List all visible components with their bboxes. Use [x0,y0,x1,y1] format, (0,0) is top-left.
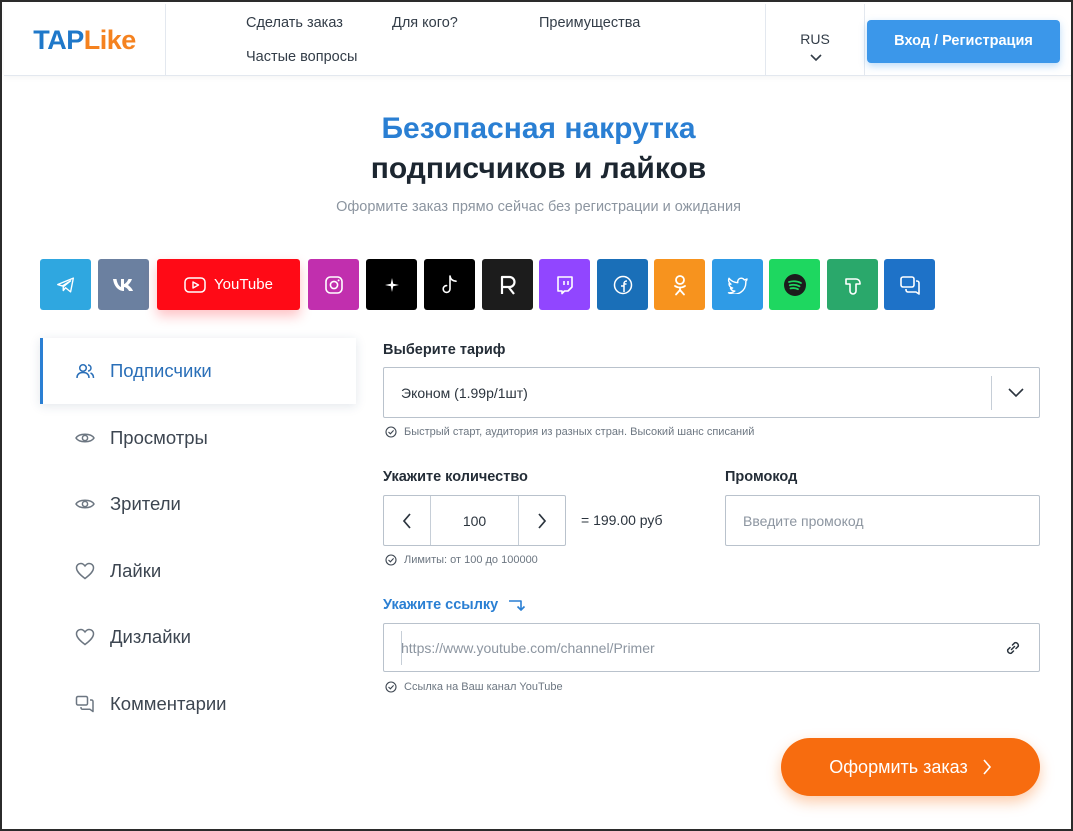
platform-twitch[interactable] [539,259,590,310]
comments-icon [74,693,96,715]
input-divider [401,631,402,665]
twitter-icon [727,276,748,294]
platform-youtube-label: YouTube [214,276,273,293]
chevron-down-icon [810,54,822,62]
chevron-left-icon [402,512,411,529]
platform-spotify[interactable] [769,259,820,310]
nav-order[interactable]: Сделать заказ [246,15,343,31]
link-placeholder: https://www.youtube.com/channel/Primer [401,640,655,656]
service-subscribers[interactable]: Подписчики [40,338,356,404]
eye-icon [74,493,96,515]
submit-order-button[interactable]: Оформить заказ [781,738,1040,796]
promo-label: Промокод [725,469,798,485]
link-label: Укажите ссылку [383,597,526,613]
nav-advantages[interactable]: Преимущества [539,15,640,31]
tariff-value: Эконом (1.99р/1шт) [401,385,528,401]
service-dislikes[interactable]: Дизлайки [40,604,356,670]
chevron-right-icon [983,759,991,775]
tariff-select[interactable]: Эконом (1.99р/1шт) [383,367,1040,418]
quantity-stepper: 100 [383,495,566,546]
hero-title-line1: Безопасная накрутка [381,112,696,145]
service-viewers[interactable]: Зрители [40,471,356,537]
logo-part-like: Like [83,24,137,55]
page-frame: TAPLike Сделать заказ Для кого? Преимуще… [0,0,1073,831]
promo-placeholder: Введите промокод [743,513,864,529]
nav-faq[interactable]: Частые вопросы [246,49,357,65]
youtube-icon [184,276,206,293]
heart-icon [74,560,96,582]
rutube-icon [500,275,516,295]
check-circle-icon [385,681,397,693]
platform-facebook[interactable] [597,259,648,310]
link-hint: Ссылка на Ваш канал YouTube [385,681,563,693]
hero-subtitle: Оформите заказ прямо сейчас без регистра… [336,199,741,215]
chevron-down-icon [1008,388,1024,398]
link-label-text: Укажите ссылку [383,597,499,613]
login-register-button[interactable]: Вход / Регистрация [867,20,1060,63]
service-label: Комментарии [110,693,227,714]
platform-rutube[interactable] [482,259,533,310]
vk-icon [112,278,133,291]
platform-vk[interactable] [98,259,149,310]
quantity-hint-text: Лимиты: от 100 до 100000 [404,554,538,566]
nav-for-whom[interactable]: Для кого? [392,15,458,31]
check-circle-icon [385,554,397,566]
select-divider [991,376,992,410]
order-total: = 199.00 руб [581,512,663,528]
platform-youtube[interactable]: YouTube [157,259,300,310]
site-header: TAPLike Сделать заказ Для кого? Преимуще… [4,4,1071,76]
tiktok-icon [441,274,457,293]
tariff-label: Выберите тариф [383,342,506,358]
service-comments[interactable]: Комментарии [40,671,356,737]
users-icon [74,360,96,382]
platform-telegram[interactable] [40,259,91,310]
link-icon [1006,641,1020,655]
link-input[interactable]: https://www.youtube.com/channel/Primer [383,623,1040,672]
facebook-icon [613,275,632,294]
tariff-hint: Быстрый старт, аудитория из разных стран… [385,426,754,438]
spotify-icon [783,273,806,296]
logo-container[interactable]: TAPLike [4,4,166,76]
threads-icon [384,277,399,292]
comments-icon [899,275,920,295]
instagram-icon [324,275,343,294]
platform-tiktok[interactable] [424,259,475,310]
language-selector[interactable]: RUS [765,4,865,76]
platform-tenchat[interactable] [827,259,878,310]
odnoklassniki-icon [673,274,686,295]
check-circle-icon [385,426,397,438]
link-hint-text: Ссылка на Ваш канал YouTube [404,681,563,693]
service-label: Лайки [110,560,162,581]
quantity-value[interactable]: 100 [431,513,518,529]
logo-part-tap: TAP [33,24,84,55]
heart-icon [74,626,96,648]
chevron-right-icon [538,512,547,529]
platform-odnoklassniki[interactable] [654,259,705,310]
service-label: Зрители [110,493,181,514]
platform-threads[interactable] [366,259,417,310]
tariff-hint-text: Быстрый старт, аудитория из разных стран… [404,426,755,438]
telegram-icon [56,276,74,293]
quantity-increase-button[interactable] [518,496,565,545]
eye-icon [74,427,96,449]
submit-order-label: Оформить заказ [829,756,968,777]
tenchat-icon [844,277,861,295]
promo-input[interactable]: Введите промокод [725,495,1040,546]
hero-title-line2: подписчиков и лайков [370,152,707,185]
platform-comments[interactable] [884,259,935,310]
service-likes[interactable]: Лайки [40,538,356,604]
quantity-label: Укажите количество [383,469,528,485]
arrow-down-right-icon [509,600,526,611]
service-label: Подписчики [110,360,212,381]
platform-instagram[interactable] [308,259,359,310]
language-label: RUS [800,31,830,47]
service-label: Просмотры [110,427,208,448]
service-views[interactable]: Просмотры [40,405,356,471]
quantity-decrease-button[interactable] [384,496,431,545]
platform-twitter[interactable] [712,259,763,310]
logo[interactable]: TAPLike [33,25,136,56]
service-label: Дизлайки [110,626,191,647]
twitch-icon [556,275,573,294]
quantity-hint: Лимиты: от 100 до 100000 [385,554,538,566]
